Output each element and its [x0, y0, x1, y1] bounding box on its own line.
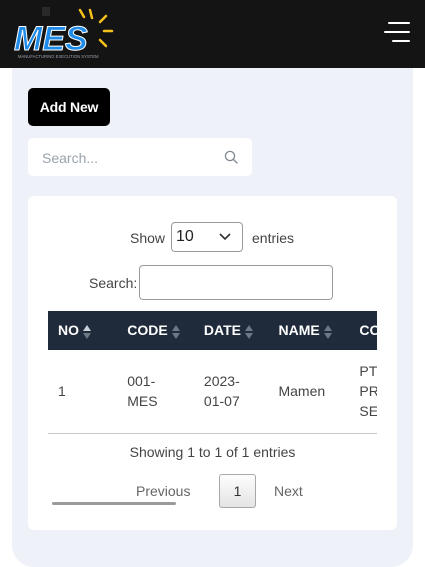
svg-text:MANUFACTURING EXECUTION SYSTEM: MANUFACTURING EXECUTION SYSTEM [18, 54, 99, 59]
column-header-label: COMPANY [359, 322, 377, 339]
cell-name: Mamen [278, 383, 326, 399]
sort-asc-icon [83, 324, 91, 339]
column-header-label: DATE [203, 322, 241, 339]
chevron-down-icon [219, 233, 231, 241]
datatable-card: Show 10 entries Search: NO CODE DATE NAM… [28, 196, 397, 530]
search-field[interactable] [28, 138, 252, 176]
column-header-label: CODE [127, 322, 168, 339]
main-content: Add New Show 10 entries Search: NO CODE [12, 68, 413, 567]
table-scroll-area[interactable]: NO CODE DATE NAME COMPANY 1 001-MES 2023… [48, 311, 377, 434]
table-info: Showing 1 to 1 of 1 entries [129, 444, 296, 460]
show-label: Show [130, 230, 166, 246]
horizontal-scrollbar[interactable] [52, 502, 176, 505]
column-header-no[interactable]: NO [48, 311, 117, 350]
page-1-button[interactable]: 1 [219, 474, 256, 508]
sort-icon [171, 324, 180, 339]
search-icon[interactable] [224, 150, 238, 164]
sort-icon [323, 324, 332, 339]
svg-text:MES: MES [14, 20, 88, 58]
column-header-label: NO [58, 322, 79, 339]
next-page-button[interactable]: Next [274, 483, 303, 499]
add-new-button[interactable]: Add New [28, 88, 110, 126]
column-header-company[interactable]: COMPANY [349, 311, 377, 350]
search-input[interactable] [40, 147, 214, 169]
table-header-row: NO CODE DATE NAME COMPANY [48, 311, 377, 350]
table-search-input[interactable] [139, 265, 333, 300]
column-header-label: NAME [278, 322, 320, 339]
page-length-select[interactable]: 10 [171, 222, 243, 252]
table-search-label: Search: [89, 275, 138, 291]
hamburger-menu-icon[interactable] [384, 20, 410, 44]
cell-date: 2023-01-07 [203, 373, 240, 409]
sort-icon [245, 324, 253, 339]
top-navbar: MES MANUFACTURING EXECUTION SYSTEM [0, 0, 425, 68]
cell-company: PT. BANTU PRIMA SEMESTA [359, 363, 377, 419]
mes-logo[interactable]: MES MANUFACTURING EXECUTION SYSTEM [12, 4, 116, 62]
previous-page-button[interactable]: Previous [136, 483, 190, 499]
page-length-value: 10 [176, 228, 194, 245]
cell-no: 1 [58, 383, 66, 399]
entries-label: entries [252, 230, 295, 246]
column-header-date[interactable]: DATE [194, 311, 269, 350]
cell-code: 001-MES [127, 373, 158, 409]
table-row[interactable]: 1 001-MES 2023-01-07 Mamen PT. BANTU PRI… [48, 350, 377, 432]
column-header-name[interactable]: NAME [268, 311, 349, 350]
data-table: NO CODE DATE NAME COMPANY 1 001-MES 2023… [48, 311, 377, 432]
column-header-code[interactable]: CODE [117, 311, 194, 350]
